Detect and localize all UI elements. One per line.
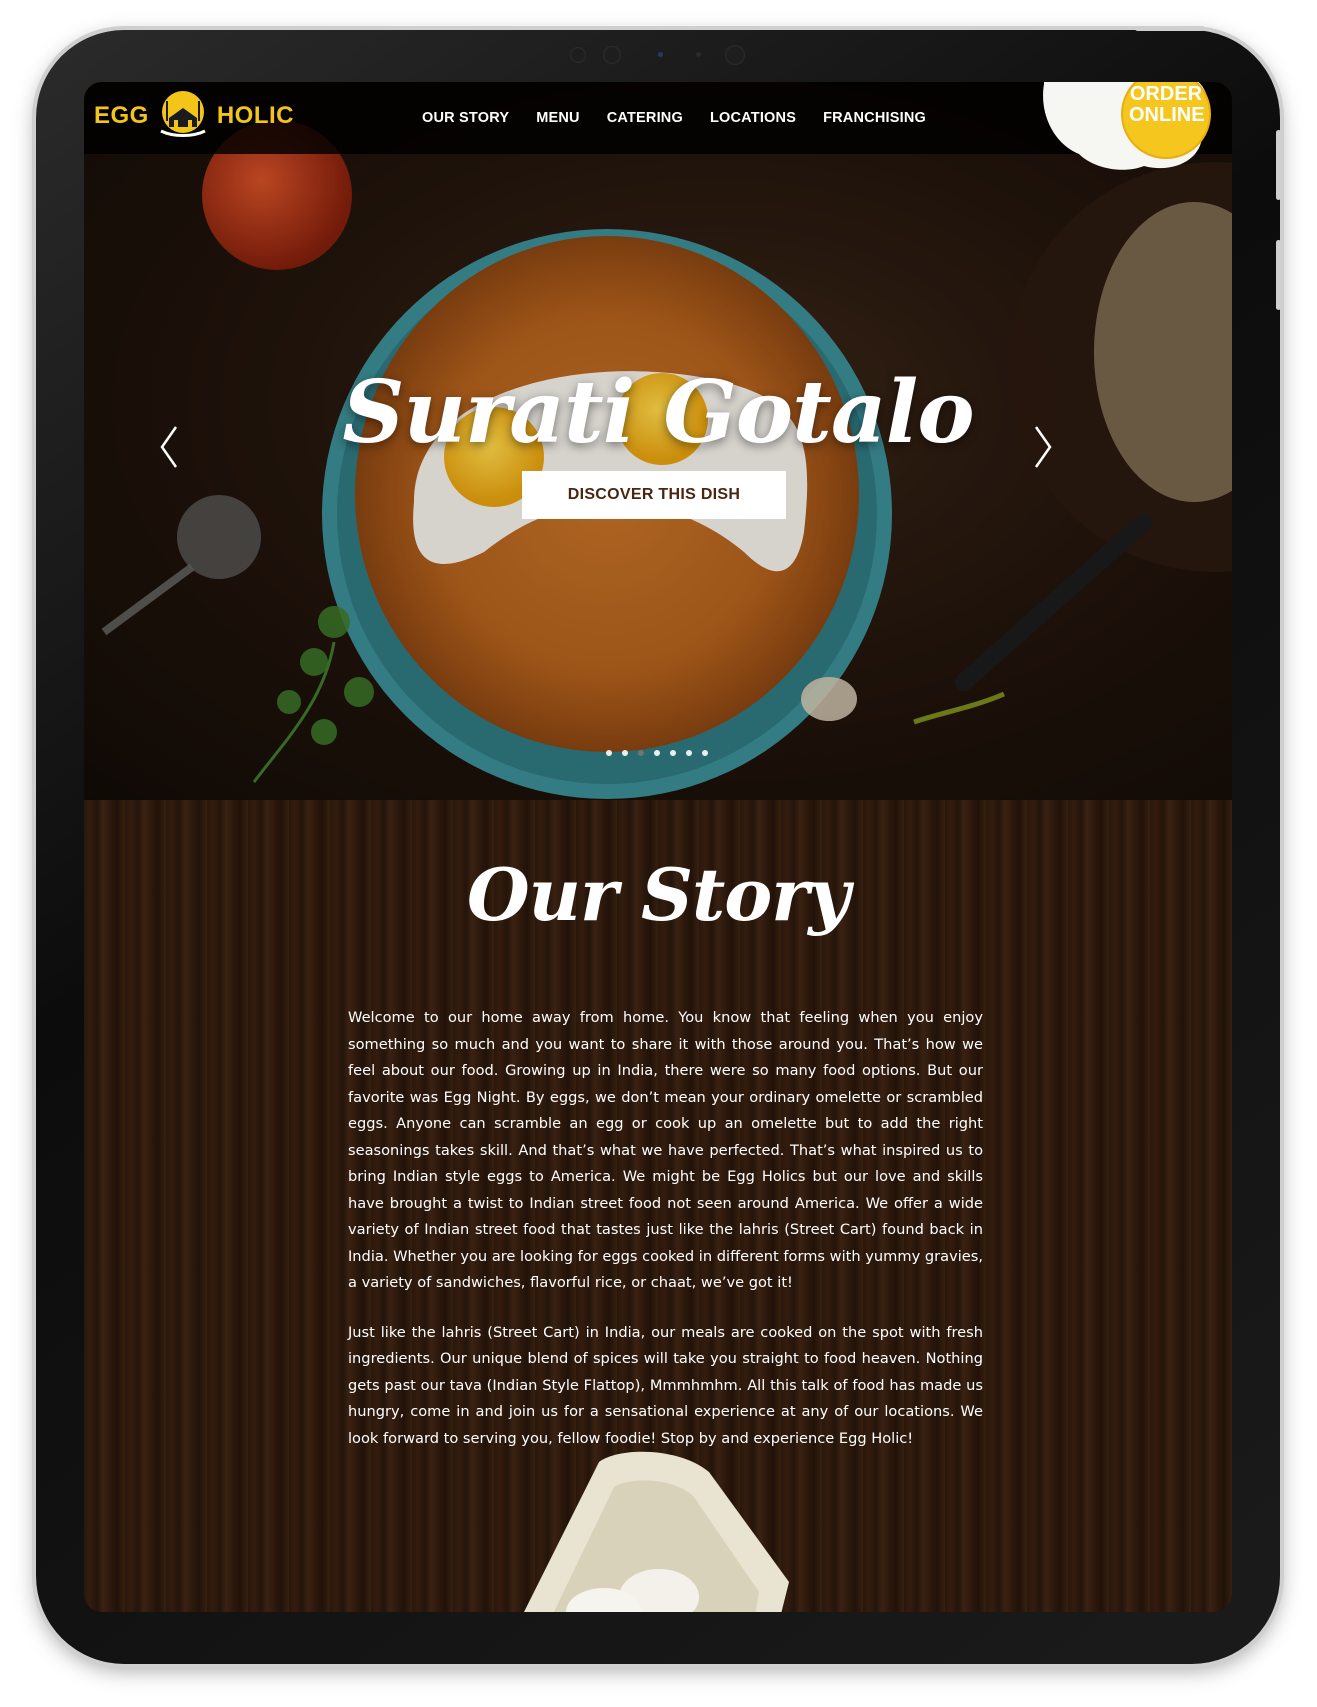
sensor-icon	[696, 52, 701, 57]
slider-dot[interactable]	[622, 750, 628, 756]
hero-title: Surati Gotalo	[342, 362, 974, 463]
story-title: Our Story	[466, 852, 850, 937]
order-line2: ONLINE	[1129, 104, 1205, 126]
slider-dot[interactable]	[606, 750, 612, 756]
nav-item-catering[interactable]: CATERING	[607, 110, 683, 126]
story-paragraph: Just like the lahris (Street Cart) in In…	[348, 1323, 983, 1447]
logo-emblem-icon	[160, 91, 206, 137]
tablet-side-button	[1276, 240, 1281, 310]
slider-dots	[606, 750, 718, 756]
nav-item-menu[interactable]: MENU	[536, 110, 580, 126]
chevron-left-icon[interactable]	[154, 417, 184, 477]
camera-lens-icon	[658, 52, 663, 57]
logo-word-egg: EGG	[94, 102, 149, 129]
slider-dot[interactable]	[702, 750, 708, 756]
discover-dish-button[interactable]: DISCOVER THIS DISH	[522, 471, 786, 519]
slider-dot[interactable]	[654, 750, 660, 756]
tablet-top-button	[1135, 26, 1205, 31]
egg-bowl-image	[524, 1451, 789, 1612]
order-online-label: ORDER ONLINE	[1129, 83, 1205, 126]
camera-bar	[570, 45, 750, 65]
our-story-section: Our Story Welcome to our home away from …	[84, 800, 1232, 1612]
nav-item-locations[interactable]: LOCATIONS	[710, 110, 796, 126]
nav-item-our-story[interactable]: OUR STORY	[422, 110, 509, 126]
camera-icon	[725, 45, 745, 65]
tablet-side-button	[1276, 130, 1281, 200]
order-online-button[interactable]: ORDER ONLINE	[1034, 82, 1224, 182]
website-screen: Surati Gotalo DISCOVER THIS DISH EGG HOL…	[84, 82, 1232, 1612]
sensor-icon	[603, 46, 621, 64]
hero-slider: Surati Gotalo DISCOVER THIS DISH	[84, 82, 1232, 800]
order-line1: ORDER	[1129, 83, 1203, 105]
main-nav: OUR STORY MENU CATERING LOCATIONS FRANCH…	[422, 82, 953, 154]
logo-word-holic: HOLIC	[216, 102, 295, 129]
slider-dot[interactable]	[670, 750, 676, 756]
egg-holic-logo[interactable]: EGG HOLIC	[94, 91, 295, 137]
sensor-icon	[570, 47, 586, 63]
slider-dot[interactable]	[638, 750, 644, 756]
slider-dot[interactable]	[686, 750, 692, 756]
nav-item-franchising[interactable]: FRANCHISING	[823, 110, 926, 126]
chevron-right-icon[interactable]	[1028, 417, 1058, 477]
story-text: Welcome to our home away from home. You …	[348, 1005, 983, 1475]
story-paragraph: Welcome to our home away from home. You …	[348, 1009, 983, 1291]
